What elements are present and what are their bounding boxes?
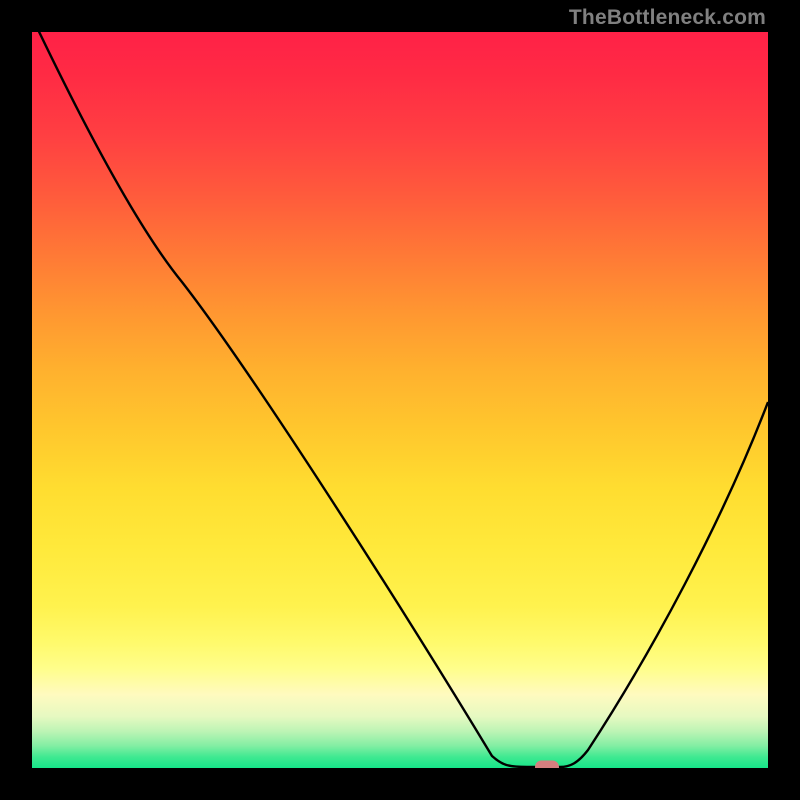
curve-path xyxy=(32,32,768,767)
chart-stage: TheBottleneck.com xyxy=(0,0,800,800)
plot-area xyxy=(32,32,768,768)
watermark-text: TheBottleneck.com xyxy=(569,6,766,30)
bottleneck-curve xyxy=(32,32,768,768)
